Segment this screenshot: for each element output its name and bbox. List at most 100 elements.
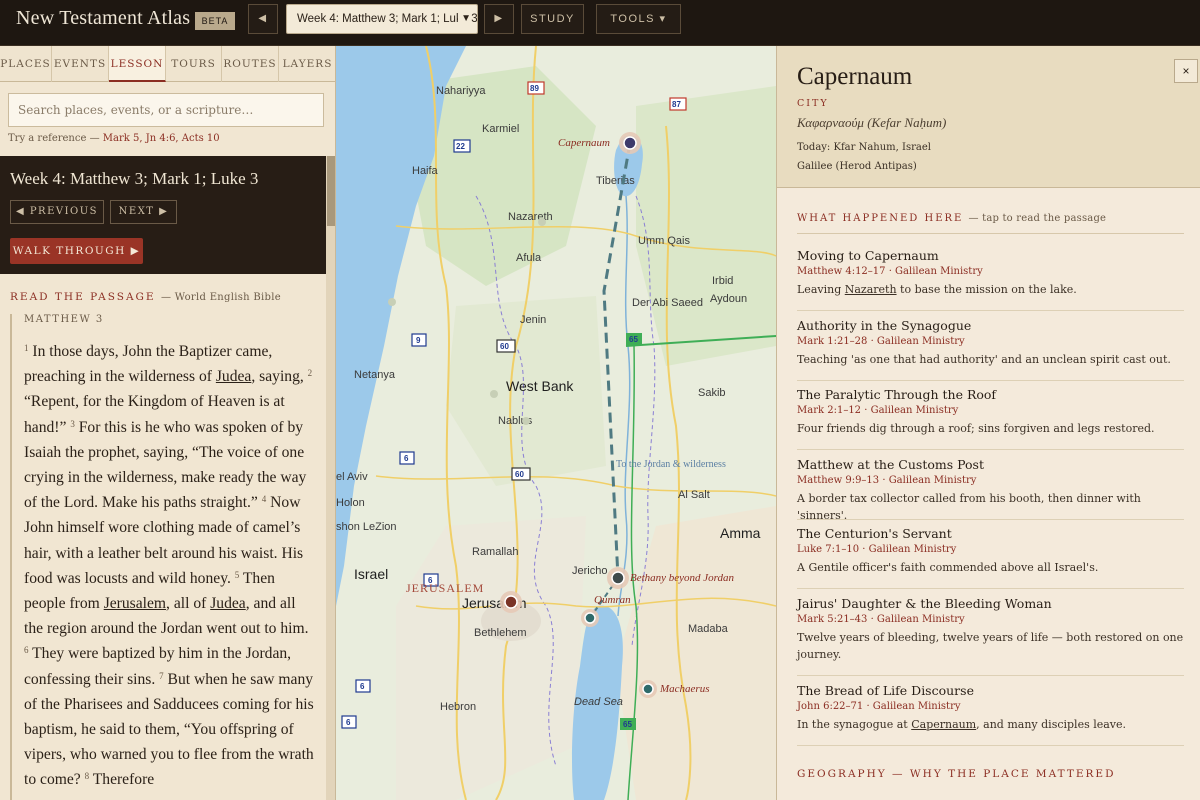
ancient-site-dot bbox=[490, 390, 498, 398]
road-shield: 6 bbox=[355, 679, 371, 693]
try-reference-hint: Try a reference — Mark 5, Jn 4:6, Acts 1… bbox=[8, 133, 220, 144]
place-header: Capernaum CITY Καφαρναούμ (Kefar Naḥum) … bbox=[777, 46, 1200, 188]
site-marker-jerusalem[interactable] bbox=[500, 591, 522, 613]
event-description: Leaving Nazareth to base the mission on … bbox=[797, 281, 1184, 298]
verse-number: 6 bbox=[24, 645, 29, 656]
event-item[interactable]: Moving to Capernaum Matthew 4:12–17 · Ga… bbox=[797, 248, 1184, 311]
event-item[interactable]: The Bread of Life Discourse John 6:22–71… bbox=[797, 683, 1184, 746]
event-item[interactable]: Authority in the Synagogue Mark 1:21–28 … bbox=[797, 318, 1184, 381]
site-label-capernaum[interactable]: Capernaum bbox=[558, 137, 610, 149]
next-lesson-button[interactable]: NEXT ▶ bbox=[110, 200, 177, 224]
road-shield: 65 bbox=[626, 333, 642, 345]
road-shield-label: 6 bbox=[404, 454, 409, 463]
verse-text: , all of bbox=[166, 595, 211, 613]
site-label-bethany[interactable]: Bethany beyond Jordan bbox=[630, 572, 735, 584]
left-scrollbar-thumb[interactable] bbox=[327, 156, 335, 226]
left-panel: PLACES EVENTS LESSON TOURS ROUTES LAYERS… bbox=[0, 46, 336, 800]
map-label-amman: Amma bbox=[720, 525, 761, 541]
tab-routes[interactable]: ROUTES bbox=[222, 46, 279, 82]
road-shield: 89 bbox=[527, 81, 545, 95]
left-scrollbar[interactable] bbox=[326, 156, 335, 800]
event-reference: John 6:22–71 · Galilean Ministry bbox=[797, 701, 961, 712]
map-label-nahariyya: Nahariyya bbox=[436, 85, 486, 97]
road-shield: 6 bbox=[399, 451, 415, 465]
event-item[interactable]: The Paralytic Through the Roof Mark 2:1–… bbox=[797, 387, 1184, 450]
event-title: The Paralytic Through the Roof bbox=[797, 387, 997, 402]
map-label-rishon: shon LeZion bbox=[336, 521, 397, 533]
event-description: In the synagogue at Capernaum, and many … bbox=[797, 716, 1184, 733]
tab-lesson[interactable]: LESSON bbox=[109, 46, 166, 82]
road-shield-label: 6 bbox=[346, 718, 351, 727]
site-marker-machaerus[interactable] bbox=[639, 680, 657, 698]
road-shield-label: 9 bbox=[416, 336, 421, 345]
map-label-aydoun: Aydoun bbox=[710, 293, 747, 305]
site-marker-bethany[interactable] bbox=[607, 567, 629, 589]
event-description-text: , and many disciples leave. bbox=[976, 718, 1127, 731]
passage-text: 1 In those days, John the Baptizer came,… bbox=[24, 339, 314, 793]
verse-number: 8 bbox=[84, 771, 90, 782]
site-label-qumran[interactable]: Qumran bbox=[594, 594, 631, 606]
road-shield: 6 bbox=[341, 715, 357, 729]
place-name: Capernaum bbox=[797, 63, 913, 90]
map-label-haifa: Haifa bbox=[412, 165, 439, 177]
place-region: Galilee (Herod Antipas) bbox=[797, 161, 917, 172]
previous-lesson-button[interactable]: ◀ PREVIOUS bbox=[10, 200, 104, 224]
place-link-judea[interactable]: Judea bbox=[216, 368, 252, 385]
tab-places[interactable]: PLACES bbox=[0, 46, 52, 82]
place-modern-name: Today: Kfar Nahum, Israel bbox=[797, 142, 931, 153]
tab-layers[interactable]: LAYERS bbox=[279, 46, 335, 82]
chevron-down-icon: ▼ bbox=[458, 5, 471, 33]
map-label-afula: Afula bbox=[516, 252, 542, 264]
next-week-button[interactable]: ▶ bbox=[484, 4, 514, 34]
map-label-irbid: Irbid bbox=[712, 275, 733, 287]
tab-events[interactable]: EVENTS bbox=[52, 46, 109, 82]
event-item[interactable]: The Centurion's Servant Luke 7:1–10 · Ga… bbox=[797, 526, 1184, 589]
site-marker-qumran[interactable] bbox=[581, 609, 599, 627]
event-title: The Bread of Life Discourse bbox=[797, 683, 974, 698]
map-label-karmiel: Karmiel bbox=[482, 123, 519, 135]
road-shield-label: 22 bbox=[456, 142, 465, 151]
site-label-jerusalem[interactable]: JERUSALEM bbox=[406, 581, 484, 595]
close-icon[interactable]: × bbox=[1174, 59, 1198, 83]
verse-number: 7 bbox=[159, 670, 164, 681]
section-divider bbox=[797, 233, 1184, 234]
previous-week-button[interactable]: ◀ bbox=[248, 4, 278, 34]
place-link-capernaum[interactable]: Capernaum bbox=[911, 718, 976, 731]
event-reference: Matthew 4:12–17 · Galilean Ministry bbox=[797, 266, 983, 277]
left-tab-bar: PLACES EVENTS LESSON TOURS ROUTES LAYERS bbox=[0, 46, 335, 82]
verse-text: Therefore bbox=[92, 771, 155, 789]
road-shield-label: 65 bbox=[629, 335, 638, 344]
site-marker-capernaum[interactable] bbox=[619, 132, 641, 154]
map-canvas[interactable]: 89 87 22 9 60 65 6 60 6 65 6 6 Nahariyya… bbox=[336, 46, 776, 800]
map-label-holon: Holon bbox=[336, 497, 365, 509]
event-reference: Mark 1:21–28 · Galilean Ministry bbox=[797, 336, 965, 347]
week-select-value: Week 4: Matthew 3; Mark 1; Luke 3 bbox=[297, 13, 478, 25]
site-label-machaerus[interactable]: Machaerus bbox=[659, 683, 710, 695]
map-label-tel-aviv: el Aviv bbox=[336, 471, 368, 483]
event-title: The Centurion's Servant bbox=[797, 526, 952, 541]
walk-through-button[interactable]: WALK THROUGH ▶ bbox=[10, 238, 143, 264]
map-label-netanya: Netanya bbox=[354, 369, 396, 381]
event-description: A Gentile officer's faith commended abov… bbox=[797, 561, 1099, 574]
tab-tours[interactable]: TOURS bbox=[166, 46, 222, 82]
chevron-left-icon: ◀ bbox=[258, 13, 268, 24]
verse-number: 2 bbox=[307, 368, 313, 379]
search-input[interactable] bbox=[8, 93, 324, 127]
road-shield: 9 bbox=[411, 333, 427, 347]
road-shield: 60 bbox=[496, 339, 516, 353]
week-select[interactable]: Week 4: Matthew 3; Mark 1; Luke 3 ▼ bbox=[286, 4, 478, 34]
verse-number: 3 bbox=[70, 418, 75, 429]
what-happened-hint: — tap to read the passage bbox=[968, 213, 1107, 224]
place-link-nazareth[interactable]: Nazareth bbox=[845, 283, 897, 296]
study-button[interactable]: STUDY bbox=[521, 4, 584, 34]
place-link-judea[interactable]: Judea bbox=[210, 595, 246, 612]
event-item[interactable]: Jairus' Daughter & the Bleeding Woman Ma… bbox=[797, 596, 1184, 676]
event-title: Moving to Capernaum bbox=[797, 248, 939, 263]
map-view[interactable]: 89 87 22 9 60 65 6 60 6 65 6 6 Nahariyya… bbox=[336, 46, 776, 800]
try-reference-links[interactable]: Mark 5, Jn 4:6, Acts 10 bbox=[103, 133, 220, 144]
verse-text: But when he saw many of the Pharisees an… bbox=[24, 670, 314, 789]
tools-menu-button[interactable]: TOOLS ▾ bbox=[596, 4, 681, 34]
ancient-site-dot bbox=[522, 417, 530, 425]
event-item[interactable]: Matthew at the Customs Post Matthew 9:9–… bbox=[797, 457, 1184, 522]
place-link-jerusalem[interactable]: Jerusalem bbox=[104, 595, 166, 612]
